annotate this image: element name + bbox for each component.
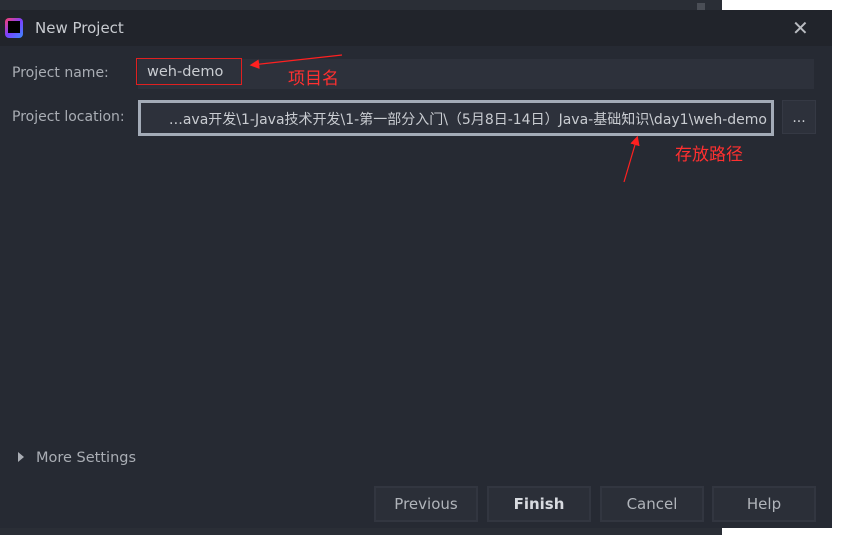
arrow-to-location — [623, 135, 640, 183]
annotation-arrows — [249, 54, 640, 183]
arrow-to-name — [249, 54, 343, 69]
